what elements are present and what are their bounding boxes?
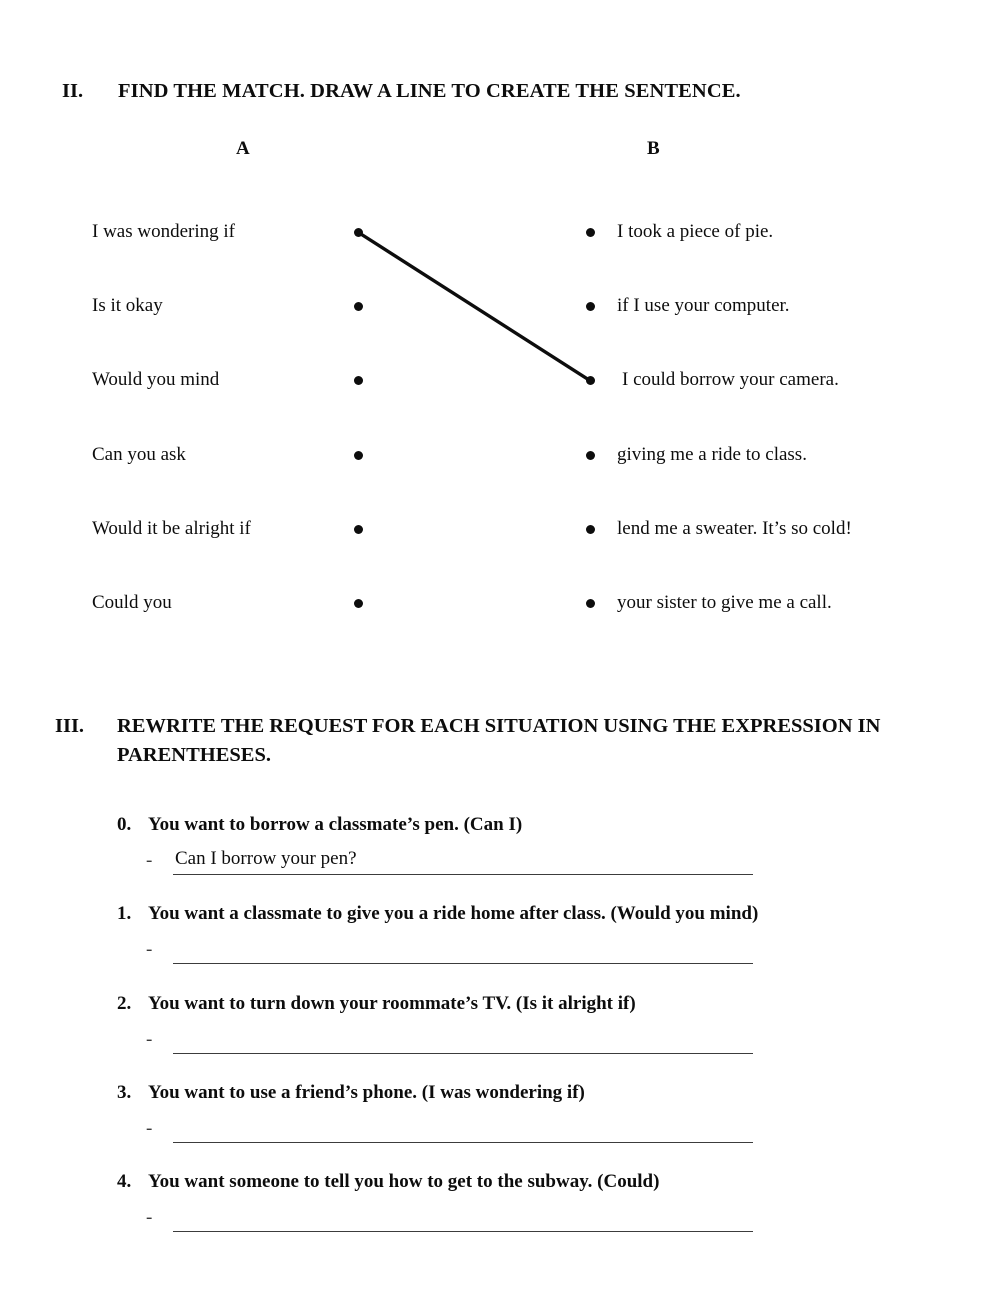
match-left-text: Could you xyxy=(92,592,172,613)
rewrite-answer-dash: - xyxy=(146,1029,153,1050)
match-row: Can you ask giving me a ride to class. xyxy=(0,441,1000,471)
match-right-bullet[interactable] xyxy=(586,302,595,312)
rewrite-answer-dash: - xyxy=(146,939,153,960)
match-left-bullet[interactable] xyxy=(354,524,363,534)
matching-exercise: I was wondering if I took a piece of pie.… xyxy=(0,218,1000,638)
rewrite-item-text: You want someone to tell you how to get … xyxy=(148,1171,660,1192)
match-right-bullet[interactable] xyxy=(586,376,595,386)
rewrite-item-text: You want to turn down your roommate’s TV… xyxy=(148,993,636,1014)
worksheet-page: II. FIND THE MATCH. DRAW A LINE TO CREAT… xyxy=(0,0,1000,1291)
match-left-text: Would you mind xyxy=(92,369,220,391)
column-b-header: B xyxy=(647,138,660,159)
match-row: Would you mind I could borrow your camera… xyxy=(0,366,1000,396)
rewrite-answer-row: - xyxy=(146,1205,766,1235)
rewrite-answer-dash: - xyxy=(146,1118,153,1139)
rewrite-answer-blank[interactable] xyxy=(173,1116,753,1143)
match-left-text: Is it okay xyxy=(92,295,163,317)
match-right-text: if I use your computer. xyxy=(617,295,790,317)
match-left-bullet[interactable] xyxy=(354,599,363,608)
rewrite-answer-row: - xyxy=(146,937,766,967)
section-rewrite-heading: III. REWRITE THE REQUEST FOR EACH SITUAT… xyxy=(55,712,975,770)
rewrite-answer-dash: - xyxy=(146,1207,153,1228)
rewrite-answer-row: - Can I borrow your pen? xyxy=(146,848,766,878)
rewrite-answer-blank[interactable] xyxy=(173,1027,753,1054)
match-row: Would it be alright if lend me a sweater.… xyxy=(0,515,1000,545)
section-rewrite-numeral: III. xyxy=(55,715,85,737)
match-right-bullet[interactable] xyxy=(586,599,595,608)
rewrite-answer-blank[interactable] xyxy=(173,937,753,964)
match-right-bullet[interactable] xyxy=(586,228,595,237)
match-right-text: your sister to give me a call. xyxy=(617,592,832,613)
rewrite-answer-text: Can I borrow your pen? xyxy=(175,848,357,869)
match-left-bullet[interactable] xyxy=(354,376,363,386)
match-right-bullet[interactable] xyxy=(586,450,595,460)
rewrite-prompt: 0. You want to borrow a classmate’s pen. … xyxy=(117,812,522,838)
match-left-bullet[interactable] xyxy=(354,450,363,460)
match-left-bullet[interactable] xyxy=(354,302,363,312)
section-matching-heading: II. FIND THE MATCH. DRAW A LINE TO CREAT… xyxy=(62,80,741,103)
rewrite-item-text: You want a classmate to give you a ride … xyxy=(148,903,759,924)
match-right-text: lend me a sweater. It’s so cold! xyxy=(617,517,852,539)
rewrite-prompt: 1. You want a classmate to give you a rid… xyxy=(117,901,758,927)
rewrite-item-number: 3. xyxy=(117,1082,132,1103)
rewrite-answer-dash: - xyxy=(146,850,153,871)
match-right-text: I took a piece of pie. xyxy=(617,221,774,242)
rewrite-item-number: 1. xyxy=(117,903,132,924)
match-right-bullet[interactable] xyxy=(586,524,595,534)
match-right-text: giving me a ride to class. xyxy=(617,443,807,465)
rewrite-answer-blank[interactable]: Can I borrow your pen? xyxy=(173,848,753,875)
rewrite-item-text: You want to use a friend’s phone. (I was… xyxy=(148,1082,585,1103)
match-left-bullet[interactable] xyxy=(354,228,363,237)
match-left-text: Can you ask xyxy=(92,443,186,465)
match-row: Could you your sister to give me a call. xyxy=(0,589,1000,619)
section-rewrite-title: REWRITE THE REQUEST FOR EACH SITUATION U… xyxy=(117,715,881,767)
rewrite-answer-row: - xyxy=(146,1116,766,1146)
rewrite-answer-row: - xyxy=(146,1027,766,1057)
rewrite-answer-blank[interactable] xyxy=(173,1205,753,1232)
match-row: Is it okay if I use your computer. xyxy=(0,292,1000,322)
match-left-text: Would it be alright if xyxy=(92,517,251,539)
rewrite-item-number: 4. xyxy=(117,1171,132,1192)
column-a-header: A xyxy=(236,138,250,159)
match-right-text: I could borrow your camera. xyxy=(622,369,839,391)
match-left-text: I was wondering if xyxy=(92,221,235,242)
section-matching-title: FIND THE MATCH. DRAW A LINE TO CREATE TH… xyxy=(118,80,741,102)
section-matching-numeral: II. xyxy=(62,80,84,102)
match-row: I was wondering if I took a piece of pie. xyxy=(0,218,1000,248)
rewrite-item-number: 2. xyxy=(117,993,132,1014)
rewrite-prompt: 4. You want someone to tell you how to ge… xyxy=(117,1169,659,1195)
rewrite-prompt: 3. You want to use a friend’s phone. (I w… xyxy=(117,1080,585,1106)
rewrite-item-text: You want to borrow a classmate’s pen. (C… xyxy=(148,814,523,835)
rewrite-item-number: 0. xyxy=(117,814,132,835)
rewrite-prompt: 2. You want to turn down your roommate’s … xyxy=(117,991,636,1017)
